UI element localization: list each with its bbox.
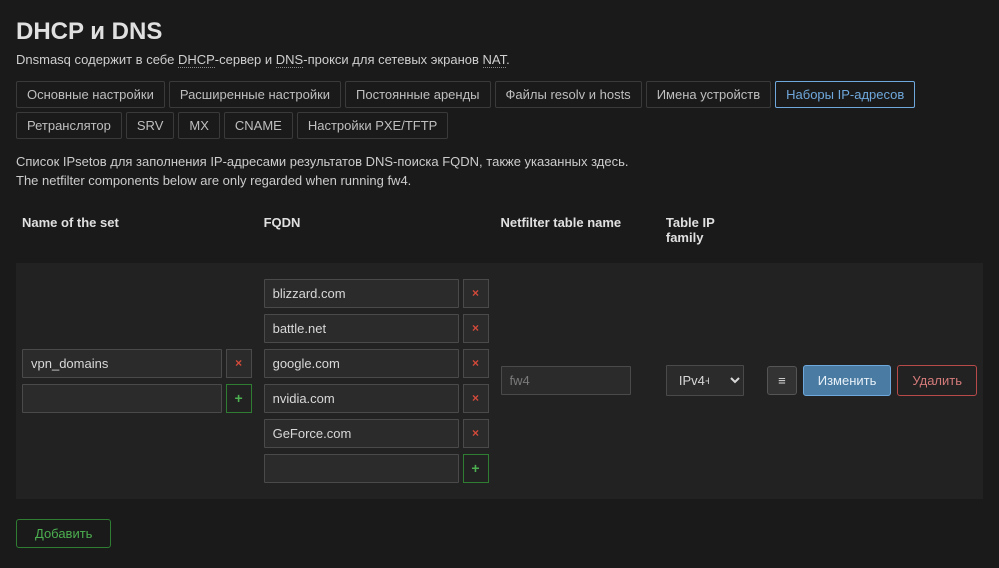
remove-entry-button[interactable]: × [226, 349, 252, 378]
col-nft-header: Netfilter table name [495, 205, 660, 263]
tabs-secondary: РетрансляторSRVMXCNAMEНастройки PXE/TFTP [16, 112, 983, 139]
tab-ретранслятор[interactable]: Ретранслятор [16, 112, 122, 139]
add-row-button[interactable]: Добавить [16, 519, 111, 548]
remove-entry-button[interactable]: × [463, 384, 489, 413]
tab-постоянные-аренды[interactable]: Постоянные аренды [345, 81, 491, 108]
fqdn-list: × × × × × + [264, 279, 489, 483]
list-item: × [264, 349, 489, 378]
add-entry-button[interactable]: + [226, 384, 252, 413]
fqdn-input[interactable] [264, 384, 459, 413]
row-edit-button[interactable]: Изменить [803, 365, 892, 396]
tab-основные-настройки[interactable]: Основные настройки [16, 81, 165, 108]
remove-entry-button[interactable]: × [463, 349, 489, 378]
table-family-select[interactable]: IPv4+6IPv4IPv6 [666, 365, 744, 396]
fqdn-input[interactable] [264, 314, 459, 343]
list-item: × [264, 384, 489, 413]
table-header-row: Name of the set FQDN Netfilter table nam… [16, 205, 983, 263]
row-menu-button[interactable]: ≡ [767, 366, 797, 395]
fqdn-input-new[interactable] [264, 454, 459, 483]
list-item: × [264, 419, 489, 448]
tab-расширенные-настройки[interactable]: Расширенные настройки [169, 81, 341, 108]
tabs-primary: Основные настройкиРасширенные настройкиП… [16, 81, 983, 108]
tab-файлы-resolv-и-hosts[interactable]: Файлы resolv и hosts [495, 81, 642, 108]
remove-entry-button[interactable]: × [463, 279, 489, 308]
fqdn-input[interactable] [264, 419, 459, 448]
remove-entry-button[interactable]: × [463, 314, 489, 343]
tab-mx[interactable]: MX [178, 112, 220, 139]
set-name-input[interactable] [22, 349, 222, 378]
section-description: Список IPsetов для заполнения IP-адресам… [16, 153, 983, 191]
set-name-input-new[interactable] [22, 384, 222, 413]
netfilter-table-input[interactable] [501, 366, 631, 395]
tab-srv[interactable]: SRV [126, 112, 175, 139]
tab-настройки-pxe-tftp[interactable]: Настройки PXE/TFTP [297, 112, 448, 139]
list-item-new: + [264, 454, 489, 483]
col-name-header: Name of the set [16, 205, 258, 263]
fqdn-input[interactable] [264, 349, 459, 378]
fqdn-input[interactable] [264, 279, 459, 308]
col-fqdn-header: FQDN [258, 205, 495, 263]
list-item: × [22, 349, 252, 378]
page-subtitle: Dnsmasq содержит в себе DHCP-сервер и DN… [16, 52, 983, 67]
row-delete-button[interactable]: Удалить [897, 365, 977, 396]
remove-entry-button[interactable]: × [463, 419, 489, 448]
col-actions-header [761, 205, 983, 263]
tab-имена-устройств[interactable]: Имена устройств [646, 81, 771, 108]
set-names-list: ×+ [22, 349, 252, 413]
tab-cname[interactable]: CNAME [224, 112, 293, 139]
col-family-header: Table IP family [660, 205, 761, 263]
list-item: × [264, 279, 489, 308]
tab-наборы-ip-адресов[interactable]: Наборы IP-адресов [775, 81, 915, 108]
page-title: DHCP и DNS [16, 18, 983, 46]
list-item: × [264, 314, 489, 343]
add-entry-button[interactable]: + [463, 454, 489, 483]
table-row: ×+ ×××××+ IPv4+6IPv4IPv6 ≡ Изменить Удал… [16, 263, 983, 499]
list-item-new: + [22, 384, 252, 413]
ipsets-table: Name of the set FQDN Netfilter table nam… [16, 205, 983, 499]
